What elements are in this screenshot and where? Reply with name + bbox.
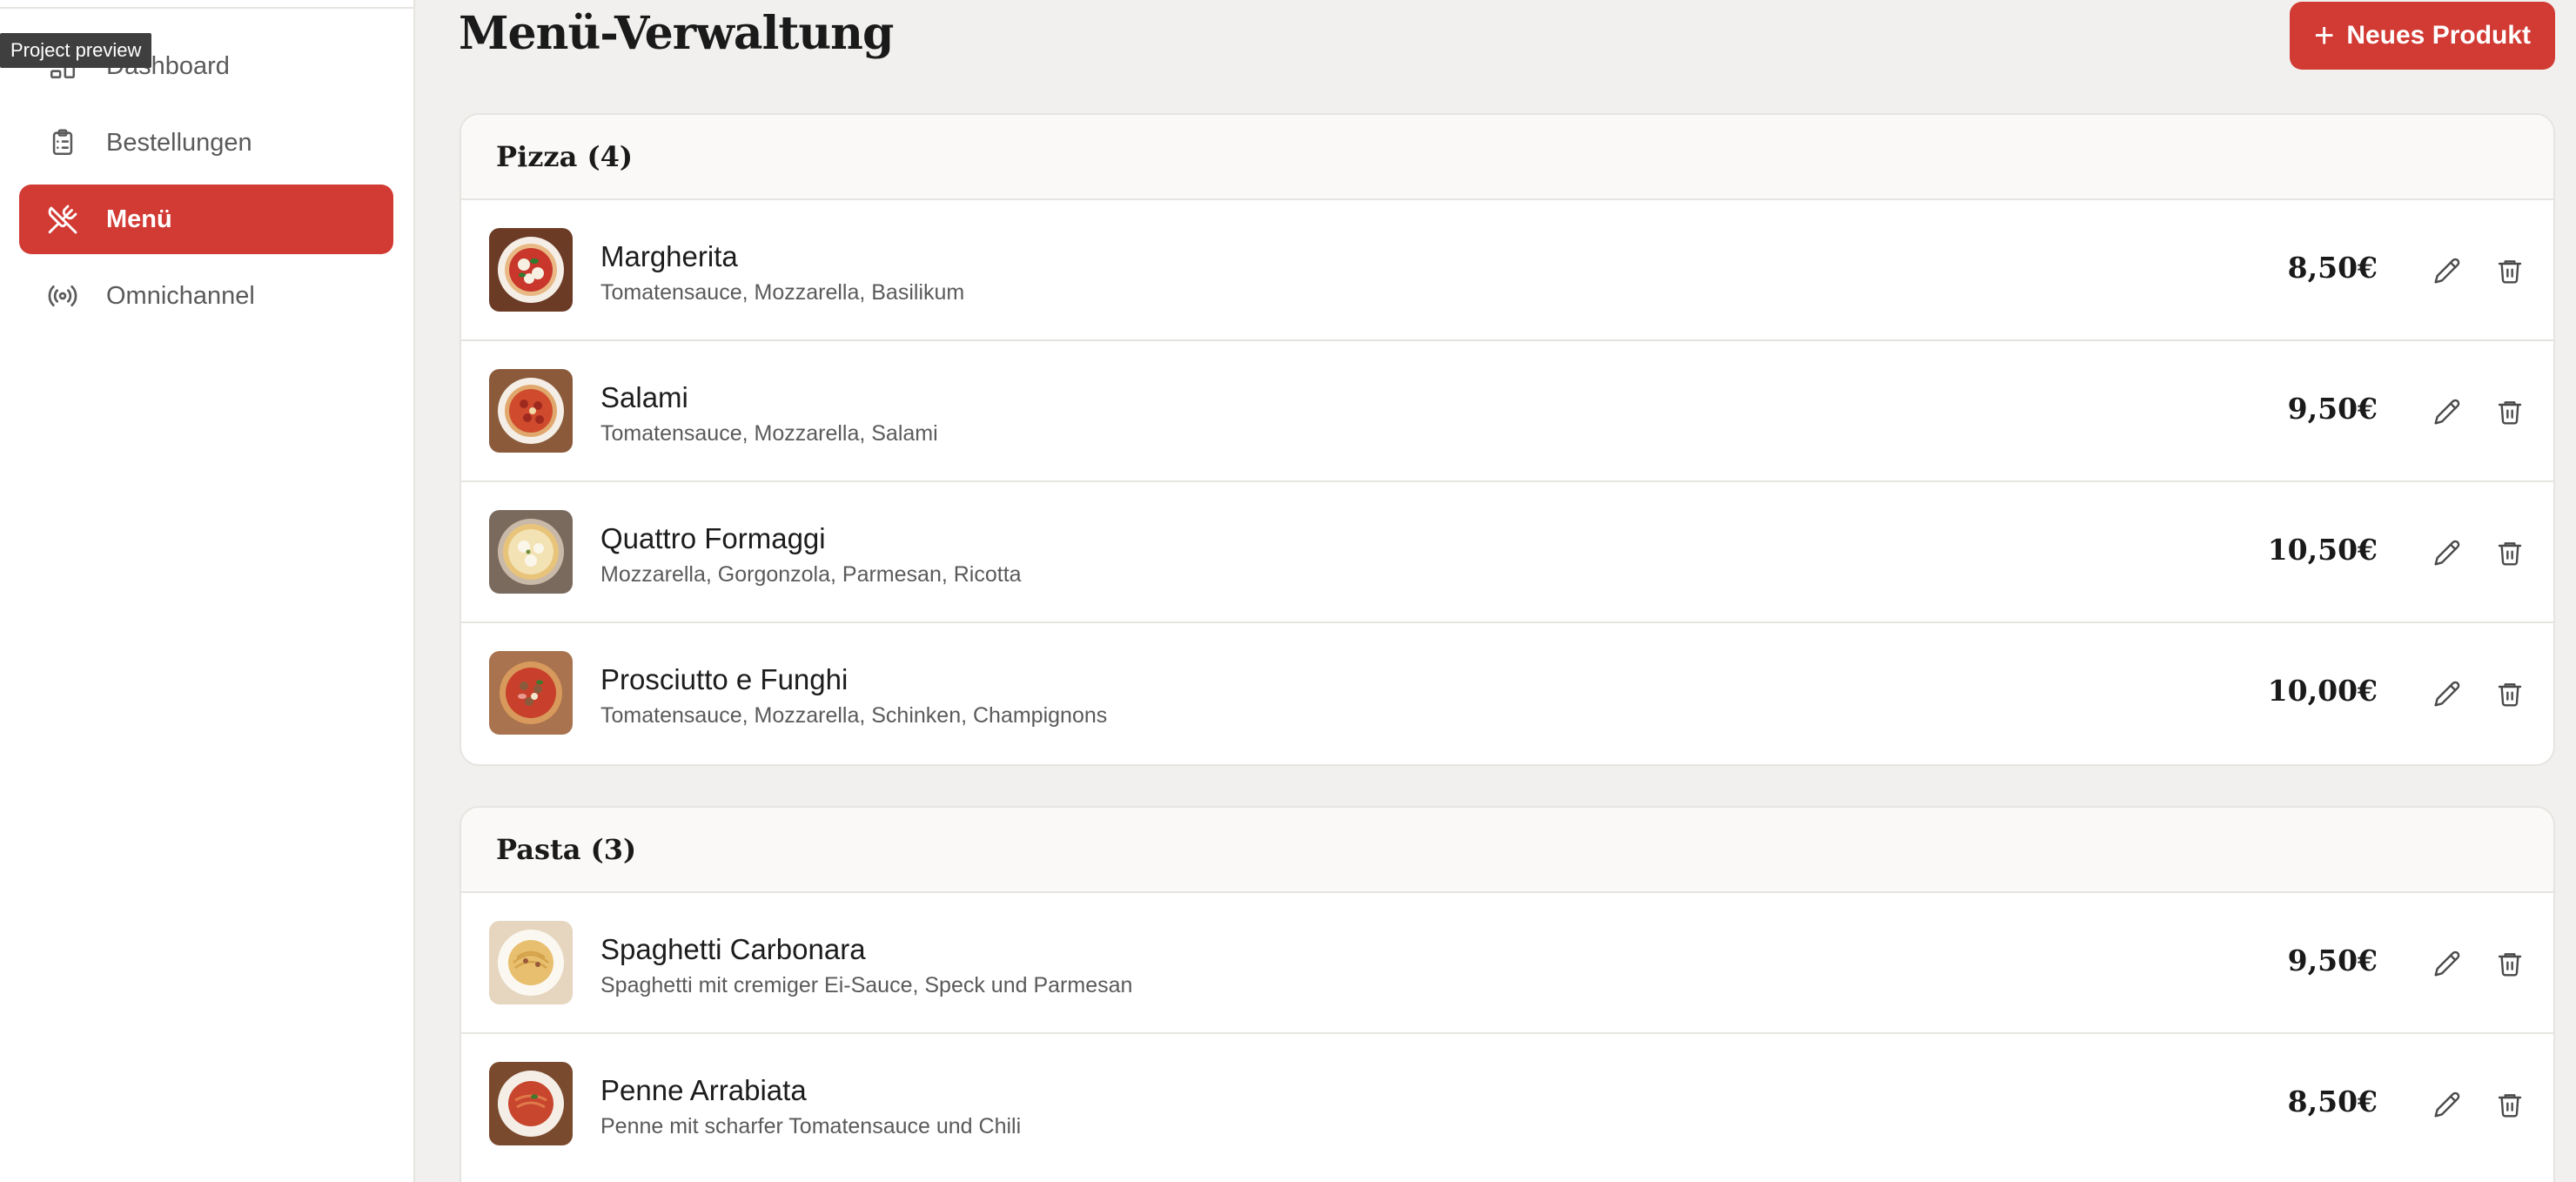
trash-icon xyxy=(2498,683,2522,707)
product-name: Prosciutto e Funghi xyxy=(600,663,849,695)
pencil-icon xyxy=(2434,540,2460,566)
sidebar-item-label: Omnichannel xyxy=(106,281,255,310)
edit-button[interactable] xyxy=(2428,675,2466,713)
delete-button[interactable] xyxy=(2491,1085,2529,1124)
product-image xyxy=(489,510,573,594)
product-image xyxy=(489,369,573,453)
menu-item-row: Margherita Tomatensauce, Mozzarella, Bas… xyxy=(461,200,2553,341)
edit-button[interactable] xyxy=(2428,1085,2466,1124)
delete-button[interactable] xyxy=(2491,252,2529,290)
category-title: Pasta (3) xyxy=(461,808,2553,893)
category-title: Pizza (4) xyxy=(461,115,2553,200)
product-price: 10,00€ xyxy=(2267,674,2378,708)
app: Project preview Dashboard Bestellungen M… xyxy=(0,0,2576,1182)
product-name: Penne Arrabiata xyxy=(600,1074,807,1106)
product-description: Mozzarella, Gorgonzola, Parmesan, Ricott… xyxy=(600,562,1022,587)
product-price: 8,50€ xyxy=(2287,251,2378,285)
sidebar: Project preview Dashboard Bestellungen M… xyxy=(0,0,415,1182)
edit-button[interactable] xyxy=(2428,393,2466,431)
trash-icon xyxy=(2498,260,2522,284)
sidebar-item-menu[interactable]: Menü xyxy=(19,185,393,254)
pencil-icon xyxy=(2434,258,2460,284)
product-name: Spaghetti Carbonara xyxy=(600,933,866,965)
delete-button[interactable] xyxy=(2491,675,2529,713)
product-name: Quattro Formaggi xyxy=(600,522,826,554)
product-image xyxy=(489,651,573,735)
divider xyxy=(0,7,413,9)
product-name: Salami xyxy=(600,381,688,413)
product-price: 9,50€ xyxy=(2287,944,2378,977)
clipboard-icon xyxy=(45,125,80,160)
product-description: Spaghetti mit cremiger Ei-Sauce, Speck u… xyxy=(600,973,1133,997)
delete-button[interactable] xyxy=(2491,393,2529,431)
sidebar-item-omnichannel[interactable]: Omnichannel xyxy=(19,261,393,331)
menu-item-row: Quattro Formaggi Mozzarella, Gorgonzola,… xyxy=(461,482,2553,623)
pencil-icon xyxy=(2434,399,2460,425)
category-card-pasta: Pasta (3) Spaghetti Carbonara Spaghetti … xyxy=(460,806,2555,1182)
product-price: 10,50€ xyxy=(2267,533,2378,567)
edit-button[interactable] xyxy=(2428,534,2466,572)
product-description: Penne mit scharfer Tomatensauce und Chil… xyxy=(600,1114,1022,1138)
menu-item-row: Prosciutto e Funghi Tomatensauce, Mozzar… xyxy=(461,623,2553,764)
trash-icon xyxy=(2498,542,2522,566)
pencil-icon xyxy=(2434,681,2460,707)
product-description: Tomatensauce, Mozzarella, Salami xyxy=(600,421,938,446)
product-image xyxy=(489,1062,573,1145)
product-description: Tomatensauce, Mozzarella, Schinken, Cham… xyxy=(600,703,1108,728)
broadcast-icon xyxy=(45,279,80,313)
project-preview-tooltip: Project preview xyxy=(0,33,152,68)
category-card-pizza: Pizza (4) Margherita Tomatensauce, Mozza… xyxy=(460,113,2555,766)
product-price: 9,50€ xyxy=(2287,392,2378,426)
new-product-button[interactable]: + Neues Produkt xyxy=(2290,2,2555,70)
sidebar-item-label: Menü xyxy=(106,205,172,233)
edit-button[interactable] xyxy=(2428,252,2466,290)
page-title: Menü-Verwaltung xyxy=(459,7,894,60)
delete-button[interactable] xyxy=(2491,944,2529,983)
edit-button[interactable] xyxy=(2428,944,2466,983)
pencil-icon xyxy=(2434,950,2460,977)
menu-item-row: Penne Arrabiata Penne mit scharfer Tomat… xyxy=(461,1034,2553,1175)
main-content: Menü-Verwaltung + Neues Produkt Pizza (4… xyxy=(415,0,2576,1182)
new-product-button-label: Neues Produkt xyxy=(2346,21,2532,50)
plus-icon: + xyxy=(2313,17,2335,55)
product-image xyxy=(489,921,573,1004)
menu-item-row: Spaghetti Carbonara Spaghetti mit cremig… xyxy=(461,893,2553,1034)
trash-icon xyxy=(2498,953,2522,977)
utensils-icon xyxy=(45,202,80,237)
delete-button[interactable] xyxy=(2491,534,2529,572)
pencil-icon xyxy=(2434,1091,2460,1118)
trash-icon xyxy=(2498,401,2522,425)
product-description: Tomatensauce, Mozzarella, Basilikum xyxy=(600,280,965,305)
product-image xyxy=(489,228,573,312)
trash-icon xyxy=(2498,1094,2522,1118)
sidebar-item-bestellungen[interactable]: Bestellungen xyxy=(19,108,393,178)
product-price: 8,50€ xyxy=(2287,1085,2378,1118)
product-name: Margherita xyxy=(600,240,738,272)
menu-item-row: Salami Tomatensauce, Mozzarella, Salami … xyxy=(461,341,2553,482)
sidebar-item-label: Bestellungen xyxy=(106,128,252,157)
